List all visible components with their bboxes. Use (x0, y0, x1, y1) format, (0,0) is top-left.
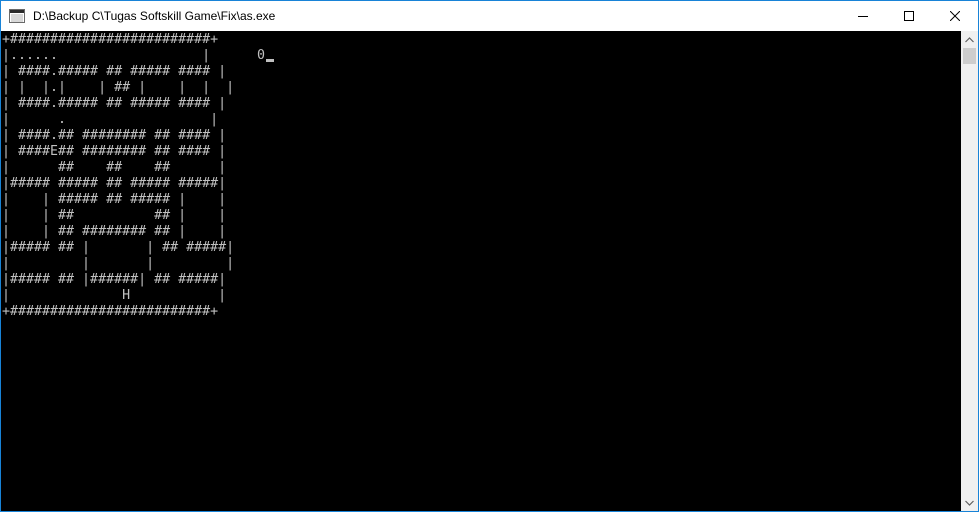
maze-line: |##### ## |######| ## #####| (2, 272, 227, 287)
maze-line: |##### ##### ## ##### #####| (2, 176, 227, 191)
chevron-down-icon (965, 500, 974, 506)
title-bar[interactable]: D:\Backup C\Tugas Softskill Game\Fix\as.… (1, 0, 978, 31)
scroll-thumb[interactable] (963, 48, 976, 64)
score-readout: 0 (257, 48, 266, 63)
maze-line: | H | (2, 288, 227, 303)
maze-line: | | | | (2, 256, 235, 271)
maze-line: |##### ## | | ## #####| (2, 240, 235, 255)
maze-line: |...... | (2, 48, 211, 63)
minimize-button[interactable] (840, 1, 886, 31)
maze-line: | . | (2, 112, 219, 127)
maze-line: | ####.## ######## ## #### | (2, 128, 227, 143)
chevron-up-icon (965, 36, 974, 42)
text-cursor (266, 59, 274, 62)
maze-line: | ####.##### ## ##### #### | (2, 96, 227, 111)
maze-line: | ####.##### ## ##### #### | (2, 64, 227, 79)
console-window: D:\Backup C\Tugas Softskill Game\Fix\as.… (0, 0, 979, 512)
maze-line: +#########################+ (2, 304, 219, 319)
window-title: D:\Backup C\Tugas Softskill Game\Fix\as.… (33, 9, 276, 23)
maze-line: +#########################+ (2, 32, 219, 47)
maze-line: | | ## ######## ## | | (2, 224, 227, 239)
scroll-down-button[interactable] (961, 494, 978, 511)
console-output[interactable]: +#########################+ |...... | | … (1, 31, 962, 511)
maze-line: | ####E## ######## ## #### | (2, 144, 227, 159)
scroll-up-button[interactable] (961, 31, 978, 48)
maze-line: | | |.| | ## | | | | (2, 80, 235, 95)
maze-line: | ## ## ## | (2, 160, 227, 175)
close-icon (950, 11, 960, 21)
minimize-icon (858, 16, 868, 17)
game-maze: +#########################+ |...... | | … (2, 32, 234, 320)
close-button[interactable] (932, 1, 978, 31)
maximize-button[interactable] (886, 1, 932, 31)
window-controls (840, 1, 978, 31)
console-window-icon (9, 8, 25, 24)
maze-line: | | ## ## | | (2, 208, 227, 223)
vertical-scrollbar[interactable] (961, 31, 978, 511)
maximize-icon (904, 11, 914, 21)
maze-line: | | ##### ## ##### | | (2, 192, 227, 207)
